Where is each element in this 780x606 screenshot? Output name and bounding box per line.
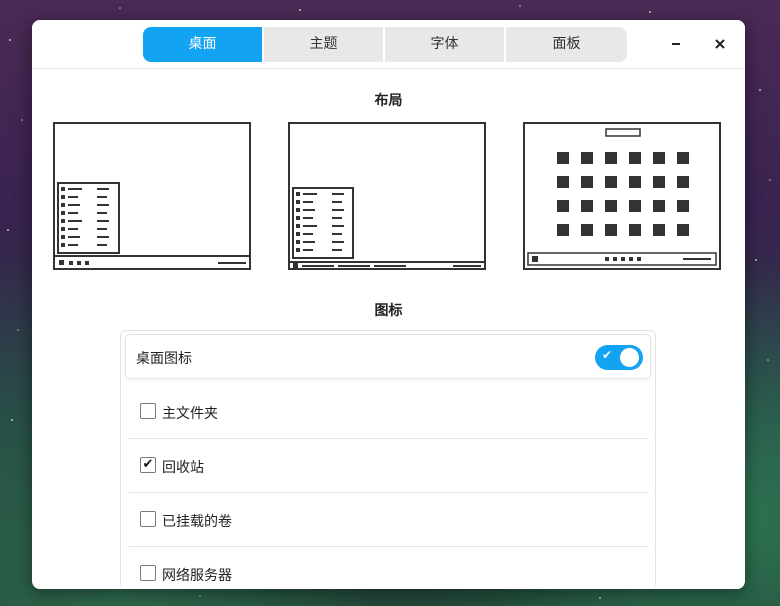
mounted-volumes-checkbox[interactable] <box>140 511 156 527</box>
toggle-knob <box>620 348 639 367</box>
minimize-icon <box>672 43 680 45</box>
layout-bottom-panel-preview <box>290 187 484 268</box>
icon-option-home-folder[interactable]: 主文件夹 <box>129 385 649 439</box>
layout-section-title: 布局 <box>374 93 403 109</box>
trash-label: 回收站 <box>162 460 204 476</box>
layout-traditional-preview <box>55 182 249 265</box>
desktop-icons-toggle[interactable]: ✔ <box>595 345 643 370</box>
tab-theme[interactable]: 主题 <box>264 27 385 62</box>
network-servers-checkbox[interactable] <box>140 565 156 581</box>
desktop-icons-label: 桌面图标 <box>136 351 192 367</box>
tab-panel[interactable]: 面板 <box>506 27 627 62</box>
tab-bar: 桌面 主题 字体 面板 <box>143 27 627 62</box>
mounted-volumes-label: 已挂载的卷 <box>162 514 232 530</box>
layout-option-fullscreen[interactable] <box>523 122 721 270</box>
icons-settings-panel: 桌面图标 ✔ 主文件夹 ✔ 回收站 已挂载的卷 网络服务器 <box>120 330 656 589</box>
icons-section-title: 图标 <box>374 303 403 319</box>
trash-checkbox[interactable]: ✔ <box>140 457 156 473</box>
network-servers-label: 网络服务器 <box>162 568 232 584</box>
titlebar: 桌面 主题 字体 面板 <box>32 20 745 69</box>
close-icon <box>715 39 725 49</box>
settings-window: 桌面 主题 字体 面板 布局 图标 桌面图标 ✔ 主文件夹 ✔ 回收站 已挂载的… <box>32 20 745 589</box>
tab-desktop[interactable]: 桌面 <box>143 27 264 62</box>
layout-option-traditional[interactable] <box>53 122 251 270</box>
home-folder-checkbox[interactable] <box>140 403 156 419</box>
tab-font[interactable]: 字体 <box>385 27 506 62</box>
layout-fullscreen-preview <box>527 128 717 266</box>
icon-option-mounted-volumes[interactable]: 已挂载的卷 <box>129 493 649 547</box>
minimize-button[interactable] <box>664 32 688 56</box>
icon-option-trash[interactable]: ✔ 回收站 <box>129 439 649 493</box>
desktop-icons-row: 桌面图标 ✔ <box>125 334 651 379</box>
close-button[interactable] <box>708 32 732 56</box>
layout-option-bottom-panel[interactable] <box>288 122 486 270</box>
home-folder-label: 主文件夹 <box>162 406 218 422</box>
scroll-fade <box>32 583 745 589</box>
check-icon: ✔ <box>602 348 613 362</box>
